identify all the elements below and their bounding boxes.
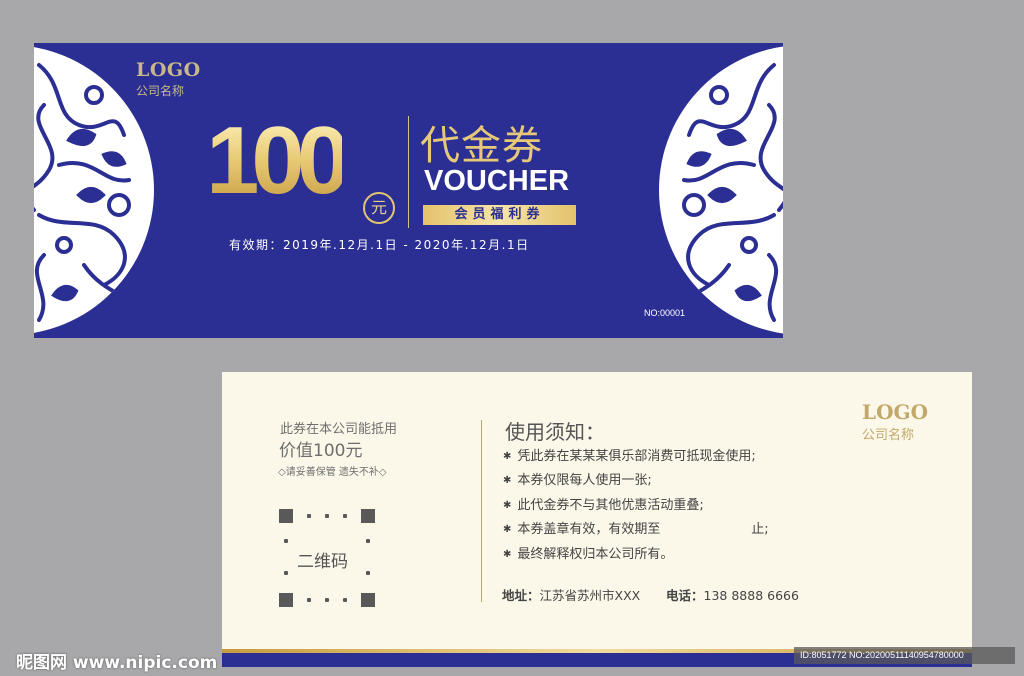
rule-item: ✱ 凭此券在某某某俱乐部消费可抵现金使用;: [503, 449, 756, 464]
address: 地址：江苏省苏州市XXX: [502, 585, 640, 604]
bullet-icon: ✱: [503, 499, 512, 511]
voucher-back: 此券在本公司能抵用 价值100元 ◇请妥善保管 遗失不补◇ 二维码 使用须知： …: [222, 372, 972, 667]
logo-text: LOGO: [136, 59, 201, 81]
qr-dot: [307, 598, 311, 602]
site-watermark: 昵图网 www.nipic.com: [16, 653, 218, 673]
validity-period: 有效期：2019年.12月.1日 - 2020年.12月.1日: [229, 238, 530, 252]
qr-label: 二维码: [297, 552, 348, 572]
qr-dot: [366, 571, 370, 575]
voucher-title-cn: 代金券: [420, 123, 543, 169]
voucher-title-en: VOUCHER: [424, 165, 570, 197]
back-divider: [481, 420, 482, 602]
stub-text: 此券在本公司能抵用: [280, 422, 398, 437]
serial-number: NO:00001: [644, 308, 686, 318]
qr-dot: [366, 539, 370, 543]
logo-text: LOGO: [862, 400, 928, 424]
title-divider: [408, 116, 409, 228]
phone-label: 电话：: [666, 588, 704, 603]
address-label: 地址：: [502, 588, 540, 603]
qr-corner: [361, 593, 375, 607]
bullet-icon: ✱: [503, 475, 512, 487]
qr-dot: [343, 598, 347, 602]
rule-item: ✱ 最终解释权归本公司所有。: [503, 546, 674, 562]
qr-dot: [343, 514, 347, 518]
rule-item: ✱ 本券盖章有效，有效期至 止;: [503, 522, 769, 538]
member-benefit-badge: 会员福利券: [423, 205, 576, 225]
bullet-icon: ✱: [503, 451, 512, 462]
phone-value: 138 8888 6666: [703, 588, 799, 603]
bullet-icon: ✱: [503, 548, 512, 560]
currency-unit: 元: [363, 192, 395, 224]
qr-corner: [279, 593, 293, 607]
rules-list: ✱ 凭此券在某某某俱乐部消费可抵现金使用; ✱ 本券仅限每人使用一张; ✱ 此代金券不…: [503, 445, 769, 567]
company-name: 公司名称: [862, 428, 915, 443]
voucher-amount: 100: [206, 107, 350, 214]
rule-item: ✱ 本券仅限每人使用一张;: [503, 473, 652, 489]
bullet-icon: ✱: [503, 524, 512, 536]
qr-dot: [307, 514, 311, 518]
voucher-front: LOGO 公司名称 100 元 代金券 VOUCHER 会员福利券 有效期：20…: [34, 43, 783, 338]
phone: 电话：138 8888 6666: [666, 585, 799, 604]
back-logo: LOGO 公司名称: [862, 400, 928, 443]
front-logo: LOGO 公司名称: [136, 59, 201, 99]
qr-corner: [361, 509, 375, 523]
floral-pattern-right: [659, 45, 783, 335]
stub-value: 价值100元: [279, 441, 363, 461]
qr-code-placeholder: 二维码: [279, 509, 375, 607]
address-value: 江苏省苏州市XXX: [539, 588, 641, 603]
stub-note: ◇请妥善保管 遗失不补◇: [278, 467, 387, 478]
qr-dot: [325, 514, 329, 518]
qr-dot: [284, 539, 288, 543]
qr-corner: [279, 509, 293, 523]
rule-item: ✱ 此代金券不与其他优惠活动重叠;: [503, 497, 704, 513]
image-id-watermark: ID:8051772 NO:20200511140954780000: [794, 647, 1015, 664]
qr-dot: [284, 571, 288, 575]
rules-title: 使用须知：: [505, 420, 605, 444]
qr-dot: [325, 598, 329, 602]
company-name: 公司名称: [136, 84, 185, 98]
